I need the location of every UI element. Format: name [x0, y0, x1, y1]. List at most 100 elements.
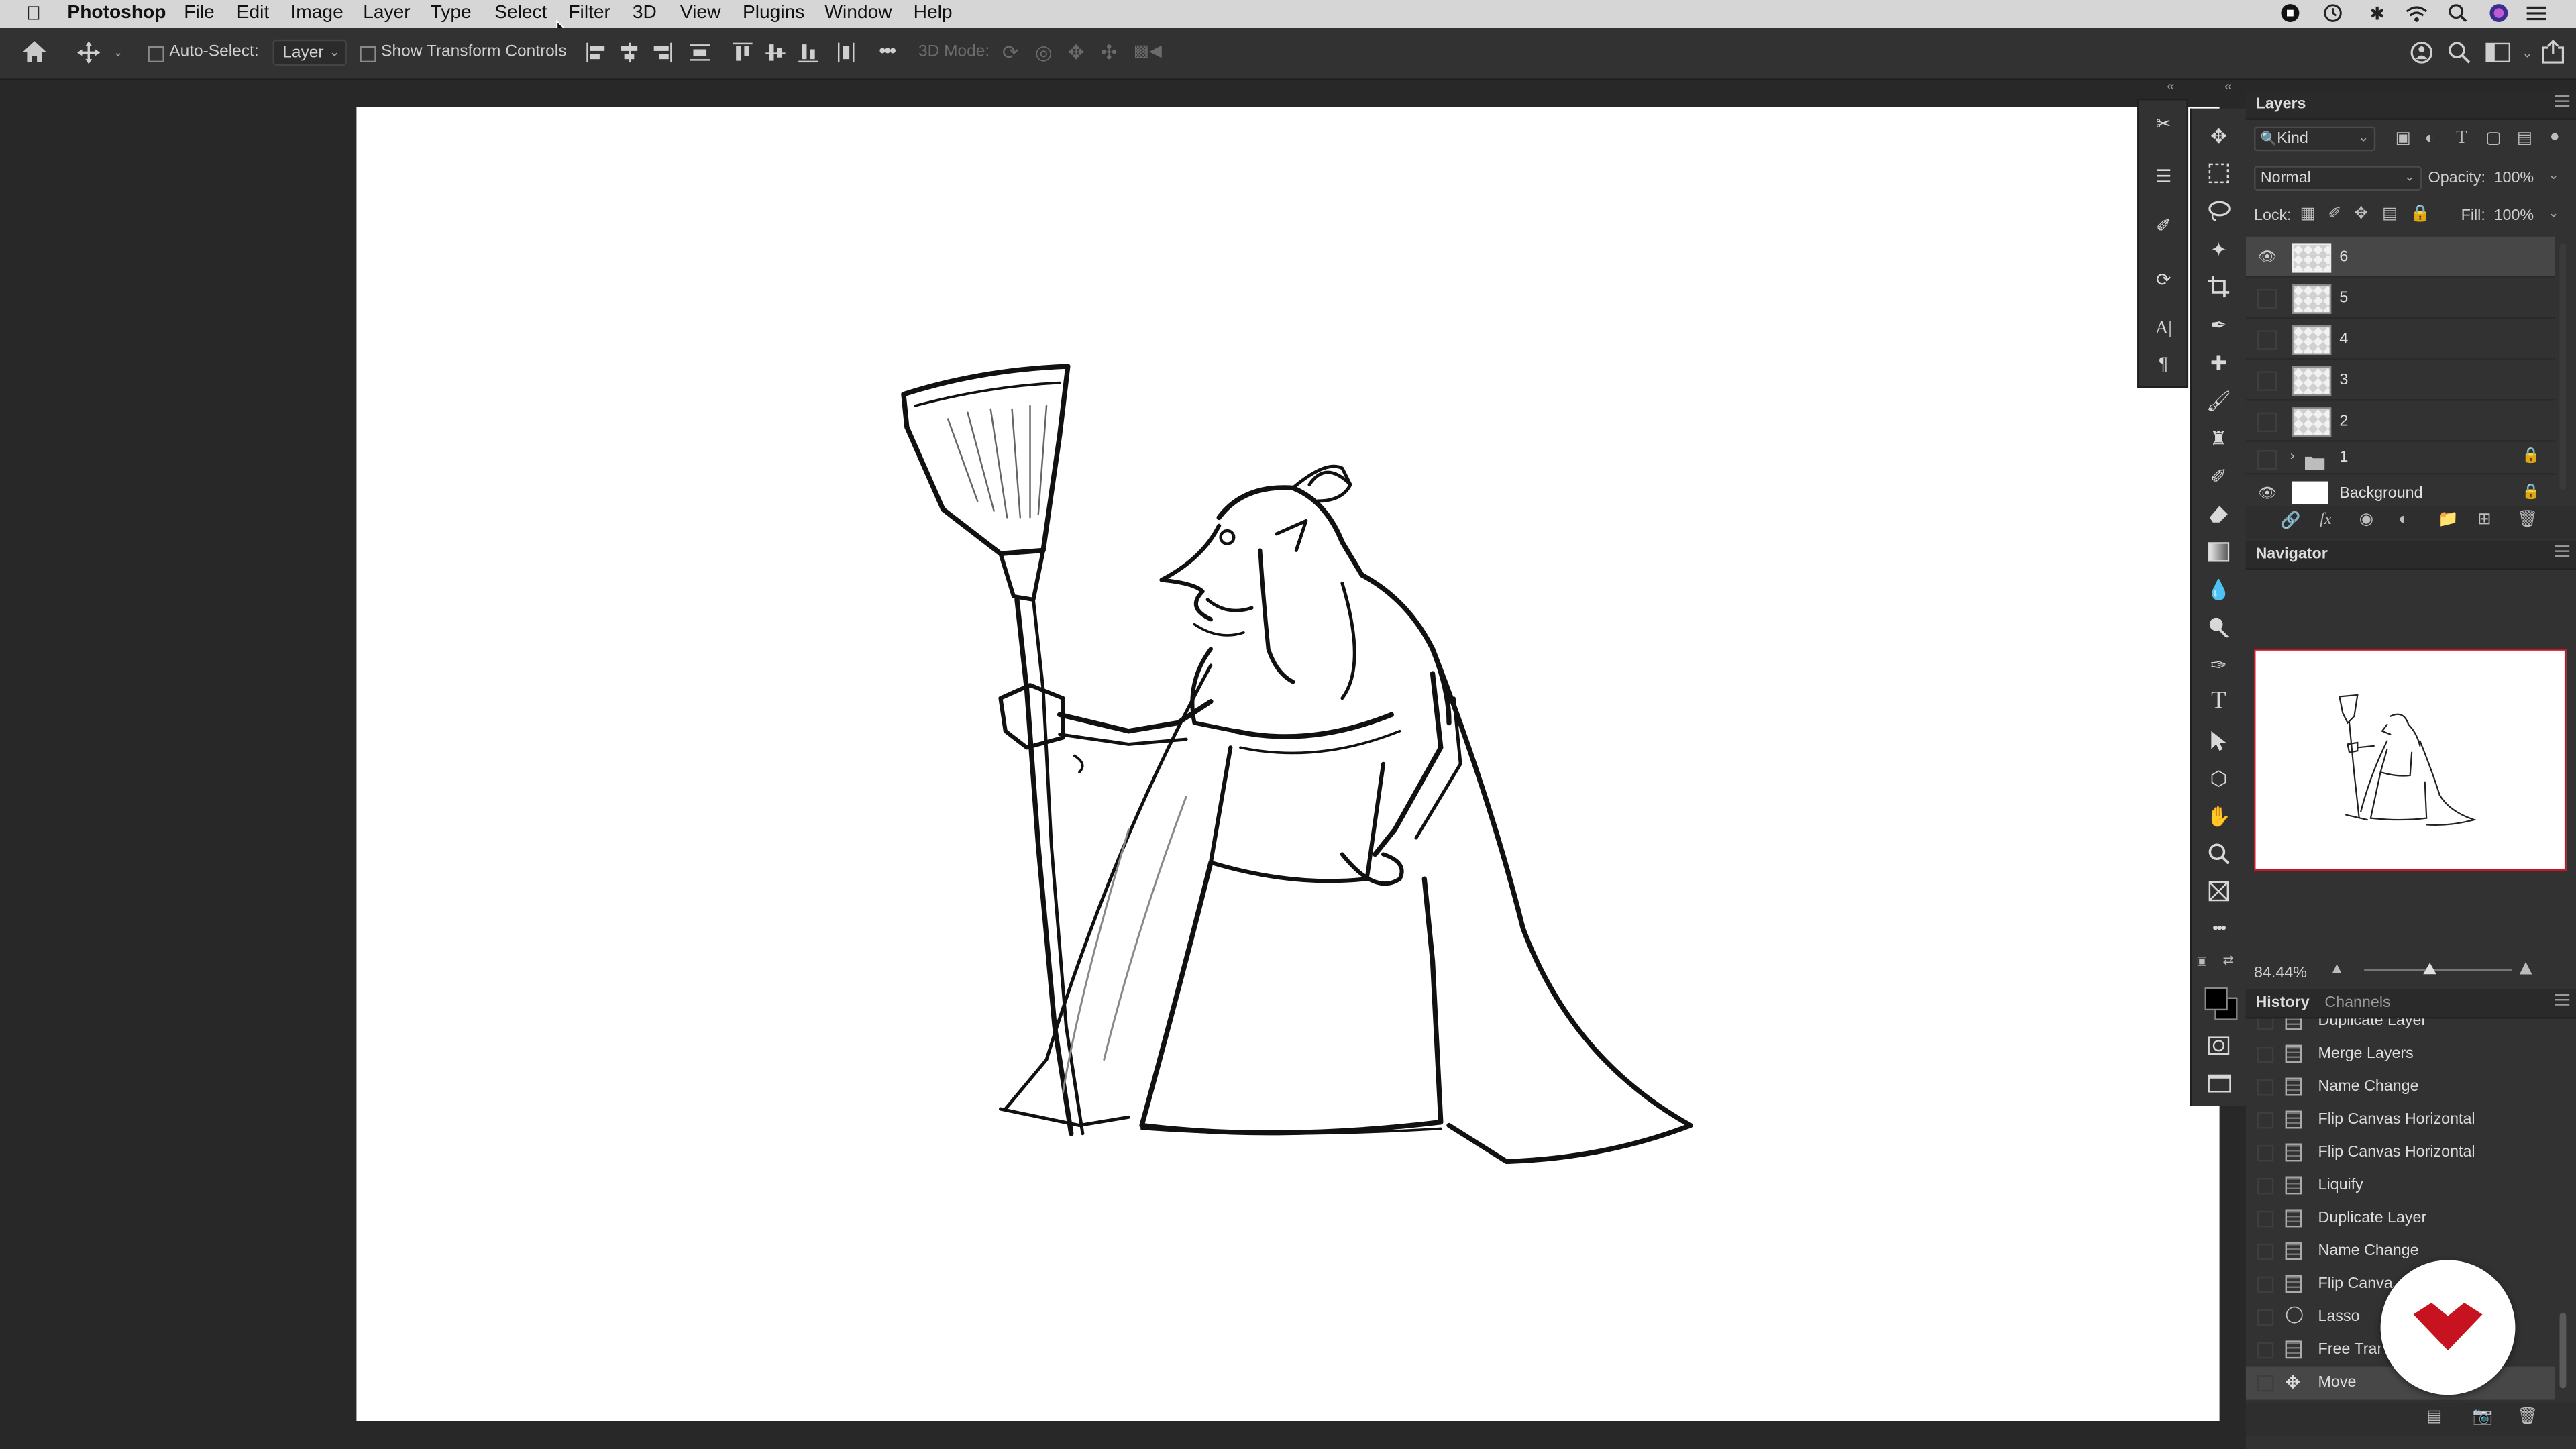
history-brush-source[interactable]	[2257, 1177, 2274, 1195]
tab-channels[interactable]: Channels	[2324, 994, 2390, 1012]
blur-tool-icon[interactable]: 💧	[2205, 575, 2233, 603]
frame-tool-icon[interactable]	[2205, 877, 2233, 906]
history-item[interactable]: Name Change	[2246, 1071, 2555, 1104]
menu-select[interactable]: Select	[494, 3, 547, 23]
zoom-slider-thumb[interactable]	[2423, 963, 2436, 975]
menu-edit[interactable]: Edit	[237, 3, 270, 23]
navigator-panel-title[interactable]: Navigator	[2255, 545, 2327, 564]
brush-settings-icon[interactable]: ✂	[2151, 110, 2177, 136]
history-brush-tool-icon[interactable]: ✐	[2205, 462, 2233, 490]
layer-name[interactable]: 5	[2339, 289, 2348, 307]
pen-tool-icon[interactable]: ✑	[2205, 651, 2233, 679]
history-item[interactable]: Duplicate Layer	[2246, 1203, 2555, 1236]
3d-pan-icon[interactable]: ✥	[1068, 41, 1085, 64]
layers-panel-menu-icon[interactable]	[2555, 95, 2570, 109]
share-icon[interactable]	[2542, 39, 2565, 69]
history-scrollbar[interactable]	[2559, 1312, 2567, 1389]
default-colors-icon[interactable]: ▣	[2196, 955, 2207, 967]
zoom-level-value[interactable]: 84.44%	[2254, 965, 2307, 983]
align-right-edges-icon[interactable]	[652, 42, 672, 63]
history-item[interactable]: Flip Canvas Horizontal	[2246, 1137, 2555, 1170]
zoom-out-icon[interactable]: ▲	[2330, 959, 2345, 975]
menu-help[interactable]: Help	[914, 3, 953, 23]
fill-input[interactable]: 100%	[2494, 207, 2534, 225]
lock-artboard-icon[interactable]: ▤	[2382, 205, 2398, 223]
time-machine-icon[interactable]	[2323, 3, 2343, 23]
menu-app-name[interactable]: Photoshop	[67, 3, 166, 23]
spotlight-search-icon[interactable]	[2448, 3, 2467, 23]
zoom-slider-track[interactable]	[2364, 969, 2512, 971]
eyedropper-tool-icon[interactable]: ✒	[2205, 311, 2233, 339]
move-tool-icon[interactable]	[77, 41, 101, 69]
delete-state-icon[interactable]: 🗑	[2517, 1408, 2538, 1426]
clone-stamp-tool-icon[interactable]: ♜	[2205, 424, 2233, 452]
history-item[interactable]: Merge Layers	[2246, 1038, 2555, 1071]
magic-wand-tool-icon[interactable]: ✦	[2205, 235, 2233, 263]
layer-row[interactable]: 3	[2245, 360, 2555, 401]
menu-filter[interactable]: Filter	[568, 3, 610, 23]
filter-pixel-icon[interactable]: ▣	[2396, 129, 2411, 148]
edit-toolbar-icon[interactable]: •••	[2205, 915, 2233, 943]
chevron-right-icon[interactable]: ›	[2290, 449, 2295, 464]
new-group-icon[interactable]: 📁	[2438, 511, 2458, 529]
lock-transparent-icon[interactable]: ▦	[2300, 205, 2316, 223]
search-icon[interactable]	[2448, 41, 2471, 69]
siri-icon[interactable]	[2489, 3, 2508, 23]
layer-row[interactable]: 2	[2245, 401, 2555, 442]
home-icon[interactable]	[21, 40, 48, 69]
history-brush-source[interactable]	[2257, 1309, 2274, 1326]
layer-style-fx-icon[interactable]: fx	[2320, 511, 2332, 529]
layer-group-row[interactable]: › 1 🔒	[2245, 442, 2555, 475]
swap-colors-icon[interactable]: ⇄	[2222, 953, 2233, 967]
move-tool-icon[interactable]: ✥	[2205, 121, 2233, 150]
visibility-eye-icon[interactable]: 👁	[2257, 484, 2277, 500]
paragraph-panel-icon[interactable]: ¶	[2151, 352, 2177, 378]
menu-layer[interactable]: Layer	[363, 3, 410, 23]
align-top-edges-icon[interactable]	[733, 42, 753, 62]
new-layer-icon[interactable]: ⊞	[2477, 511, 2491, 529]
menu-type[interactable]: Type	[431, 3, 472, 23]
menu-view[interactable]: View	[680, 3, 721, 23]
history-brush-source[interactable]	[2257, 1342, 2274, 1359]
visibility-toggle[interactable]	[2257, 412, 2277, 433]
history-item[interactable]: Flip Canvas Horizontal	[2246, 1104, 2555, 1137]
record-icon[interactable]	[2280, 3, 2300, 23]
align-left-edges-icon[interactable]	[586, 42, 606, 63]
new-snapshot-icon[interactable]: 📷	[2473, 1408, 2493, 1426]
lock-position-icon[interactable]: ✥	[2354, 205, 2368, 223]
fill-chevron-icon[interactable]: ⌄	[2548, 205, 2559, 220]
history-item[interactable]: Liquify	[2246, 1170, 2555, 1203]
align-horizontal-centers-icon[interactable]	[619, 42, 639, 63]
visibility-toggle[interactable]	[2257, 289, 2277, 309]
history-panel-menu-icon[interactable]	[2555, 994, 2570, 1008]
delete-layer-icon[interactable]: 🗑	[2517, 511, 2538, 529]
history-brush-source[interactable]	[2257, 1144, 2274, 1162]
history-brush-source[interactable]	[2257, 1375, 2274, 1392]
layer-name[interactable]: 4	[2339, 330, 2348, 348]
auto-select-target-dropdown[interactable]: Layer ⌄	[272, 39, 347, 66]
adjustment-layer-icon[interactable]: ◐	[2399, 511, 2409, 529]
filter-toggle-icon[interactable]: ●	[2550, 128, 2560, 146]
lock-image-pixels-icon[interactable]: ✐	[2328, 205, 2342, 223]
history-brush-source[interactable]	[2257, 1210, 2274, 1228]
path-selection-tool-icon[interactable]	[2205, 726, 2233, 754]
filter-smart-object-icon[interactable]: ▤	[2517, 129, 2532, 148]
apple-icon[interactable]: 	[26, 1, 41, 24]
control-center-icon[interactable]	[2526, 3, 2546, 23]
visibility-eye-icon[interactable]: 👁	[2257, 248, 2277, 264]
document-canvas[interactable]	[356, 107, 2220, 1421]
healing-brush-tool-icon[interactable]: ✚	[2205, 348, 2233, 376]
show-transform-checkbox[interactable]	[360, 46, 376, 63]
menu-window[interactable]: Window	[824, 3, 892, 23]
new-document-from-state-icon[interactable]: ▤	[2426, 1408, 2442, 1426]
bluetooth-icon[interactable]: ✱	[2367, 3, 2387, 23]
layer-name[interactable]: 2	[2339, 413, 2348, 431]
foreground-color-swatch[interactable]	[2204, 987, 2228, 1011]
menu-file[interactable]: File	[184, 3, 214, 23]
learn-icon[interactable]	[2410, 41, 2435, 69]
tab-history[interactable]: History	[2255, 994, 2309, 1012]
screen-mode-icon[interactable]	[2205, 1069, 2233, 1097]
lasso-tool-icon[interactable]	[2205, 197, 2233, 225]
history-brush-source[interactable]	[2257, 1018, 2274, 1030]
history-brush-source[interactable]	[2257, 1243, 2274, 1260]
